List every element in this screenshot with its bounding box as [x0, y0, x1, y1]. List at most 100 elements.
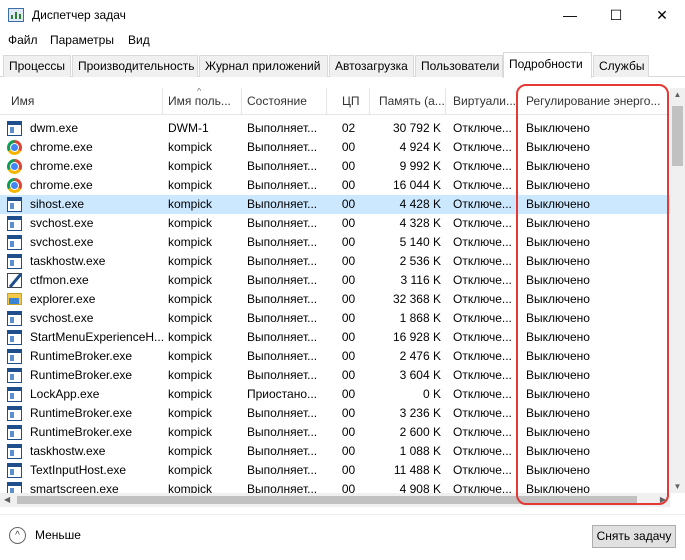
cpu-cell: 00 — [341, 273, 356, 287]
end-task-button[interactable]: Снять задачу — [592, 525, 676, 548]
horizontal-scroll-thumb[interactable] — [17, 496, 637, 504]
table-row[interactable]: svchost.exe kompick Выполняет... 00 5 140 K О… — [0, 233, 670, 252]
power-throttling-cell: Выключено — [526, 387, 590, 401]
cpu-cell: 00 — [341, 387, 356, 401]
user-name-cell: kompick — [168, 387, 213, 401]
table-row[interactable]: chrome.exe kompick Выполняет... 00 16 044 K О… — [0, 176, 670, 195]
table-row[interactable]: RuntimeBroker.exe kompick Выполняет... 00 3 … — [0, 404, 670, 423]
status-cell: Выполняет... — [247, 121, 318, 135]
maximize-button[interactable]: ☐ — [593, 0, 639, 30]
cpu-cell: 00 — [341, 216, 356, 230]
close-button[interactable]: ✕ — [639, 0, 685, 30]
scroll-up-arrow-icon[interactable]: ▲ — [670, 90, 685, 99]
table-row[interactable]: chrome.exe kompick Выполняет... 00 4 924 K От… — [0, 138, 670, 157]
process-name-cell: smartscreen.exe — [30, 482, 119, 493]
table-row[interactable]: svchost.exe kompick Выполняет... 00 1 868 K О… — [0, 309, 670, 328]
tab-processes[interactable]: Процессы — [3, 55, 71, 77]
user-name-cell: kompick — [168, 406, 213, 420]
table-row[interactable]: LockApp.exe kompick Приостано... 00 0 K Отклю… — [0, 385, 670, 404]
tab-app-history[interactable]: Журнал приложений — [199, 55, 328, 77]
status-cell: Выполняет... — [247, 254, 318, 268]
table-row[interactable]: smartscreen.exe kompick Выполняет... 00 4 90… — [0, 480, 670, 493]
menu-options[interactable]: Параметры — [50, 33, 114, 47]
user-name-cell: kompick — [168, 482, 213, 493]
virtualization-cell: Отключе... — [453, 273, 512, 287]
column-header-cpu[interactable]: ЦП — [327, 88, 370, 115]
memory-cell: 1 088 K — [399, 444, 441, 458]
power-throttling-cell: Выключено — [526, 159, 590, 173]
tab-performance[interactable]: Производительность — [72, 55, 198, 77]
process-name-cell: taskhostw.exe — [30, 254, 106, 268]
power-throttling-cell: Выключено — [526, 330, 590, 344]
table-row[interactable]: taskhostw.exe kompick Выполняет... 00 1 088 … — [0, 442, 670, 461]
tab-startup[interactable]: Автозагрузка — [329, 55, 414, 77]
scroll-right-arrow-icon[interactable]: ▶ — [660, 493, 666, 507]
table-row[interactable]: RuntimeBroker.exe kompick Выполняет... 00 3 … — [0, 366, 670, 385]
user-name-cell: kompick — [168, 140, 213, 154]
memory-cell: 16 044 K — [392, 178, 441, 192]
column-header-virtualization[interactable]: Виртуали... — [446, 88, 518, 115]
memory-cell: 1 868 K — [399, 311, 441, 325]
scroll-left-arrow-icon[interactable]: ◀ — [4, 493, 10, 507]
column-header-status[interactable]: Состояние — [242, 88, 327, 115]
table-row[interactable]: taskhostw.exe kompick Выполняет... 00 2 536 … — [0, 252, 670, 271]
table-row[interactable]: sihost.exe kompick Выполняет... 00 4 428 K От… — [0, 195, 670, 214]
memory-cell: 2 476 K — [399, 349, 441, 363]
power-throttling-cell: Выключено — [526, 216, 590, 230]
table-row[interactable]: ctfmon.exe kompick Выполняет... 00 3 116 K От… — [0, 271, 670, 290]
tab-users[interactable]: Пользователи — [415, 55, 503, 77]
power-throttling-cell: Выключено — [526, 311, 590, 325]
column-header-power-throttling[interactable]: Регулирование энерго... — [518, 88, 664, 115]
cpu-cell: 00 — [341, 425, 356, 439]
column-header-name[interactable]: Имя — [0, 88, 163, 115]
vertical-scroll-thumb[interactable] — [672, 106, 683, 166]
cpu-cell: 00 — [341, 235, 356, 249]
window-icon — [7, 311, 22, 326]
tab-services[interactable]: Службы — [593, 55, 649, 77]
user-name-cell: kompick — [168, 463, 213, 477]
column-header-user[interactable]: Имя поль... — [163, 88, 242, 115]
menu-file[interactable]: Файл — [8, 33, 38, 47]
table-row[interactable]: dwm.exe DWM-1 Выполняет... 02 30 792 K Отключ… — [0, 119, 670, 138]
table-row[interactable]: RuntimeBroker.exe kompick Выполняет... 00 2 … — [0, 347, 670, 366]
process-name-cell: svchost.exe — [30, 235, 94, 249]
fewer-details-label: Меньше — [35, 528, 81, 542]
memory-cell: 4 908 K — [399, 482, 441, 493]
menu-view[interactable]: Вид — [128, 33, 150, 47]
collapse-chevron-icon: ^ — [9, 527, 26, 544]
virtualization-cell: Отключе... — [453, 368, 512, 382]
status-cell: Выполняет... — [247, 311, 318, 325]
process-name-cell: sihost.exe — [30, 197, 85, 211]
status-cell: Выполняет... — [247, 425, 318, 439]
footer-bar: ^ Меньше Снять задачу — [0, 514, 685, 560]
table-row[interactable]: TextInputHost.exe kompick Выполняет... 00 11… — [0, 461, 670, 480]
power-throttling-cell: Выключено — [526, 197, 590, 211]
table-row[interactable]: StartMenuExperienceH... kompick Выполняет.… — [0, 328, 670, 347]
status-cell: Выполняет... — [247, 482, 318, 493]
power-throttling-cell: Выключено — [526, 140, 590, 154]
column-header-memory[interactable]: Память (а... — [370, 88, 446, 115]
process-name-cell: TextInputHost.exe — [30, 463, 127, 477]
vertical-scrollbar[interactable]: ▲ ▼ — [670, 88, 685, 493]
table-row[interactable]: RuntimeBroker.exe kompick Выполняет... 00 2 … — [0, 423, 670, 442]
virtualization-cell: Отключе... — [453, 425, 512, 439]
tab-details[interactable]: Подробности — [503, 52, 592, 78]
table-row[interactable]: chrome.exe kompick Выполняет... 00 9 992 K От… — [0, 157, 670, 176]
window-icon — [7, 425, 22, 440]
minimize-button[interactable]: — — [547, 0, 593, 30]
user-name-cell: kompick — [168, 425, 213, 439]
user-name-cell: kompick — [168, 292, 213, 306]
table-row[interactable]: svchost.exe kompick Выполняет... 00 4 328 K О… — [0, 214, 670, 233]
virtualization-cell: Отключе... — [453, 387, 512, 401]
memory-cell: 4 924 K — [399, 140, 441, 154]
status-cell: Выполняет... — [247, 406, 318, 420]
virtualization-cell: Отключе... — [453, 292, 512, 306]
memory-cell: 2 600 K — [399, 425, 441, 439]
user-name-cell: kompick — [168, 197, 213, 211]
horizontal-scrollbar[interactable]: ◀ ▶ — [0, 493, 670, 507]
table-row[interactable]: explorer.exe kompick Выполняет... 00 32 368 … — [0, 290, 670, 309]
power-throttling-cell: Выключено — [526, 292, 590, 306]
memory-cell: 16 928 K — [392, 330, 441, 344]
virtualization-cell: Отключе... — [453, 235, 512, 249]
scroll-down-arrow-icon[interactable]: ▼ — [670, 482, 685, 491]
